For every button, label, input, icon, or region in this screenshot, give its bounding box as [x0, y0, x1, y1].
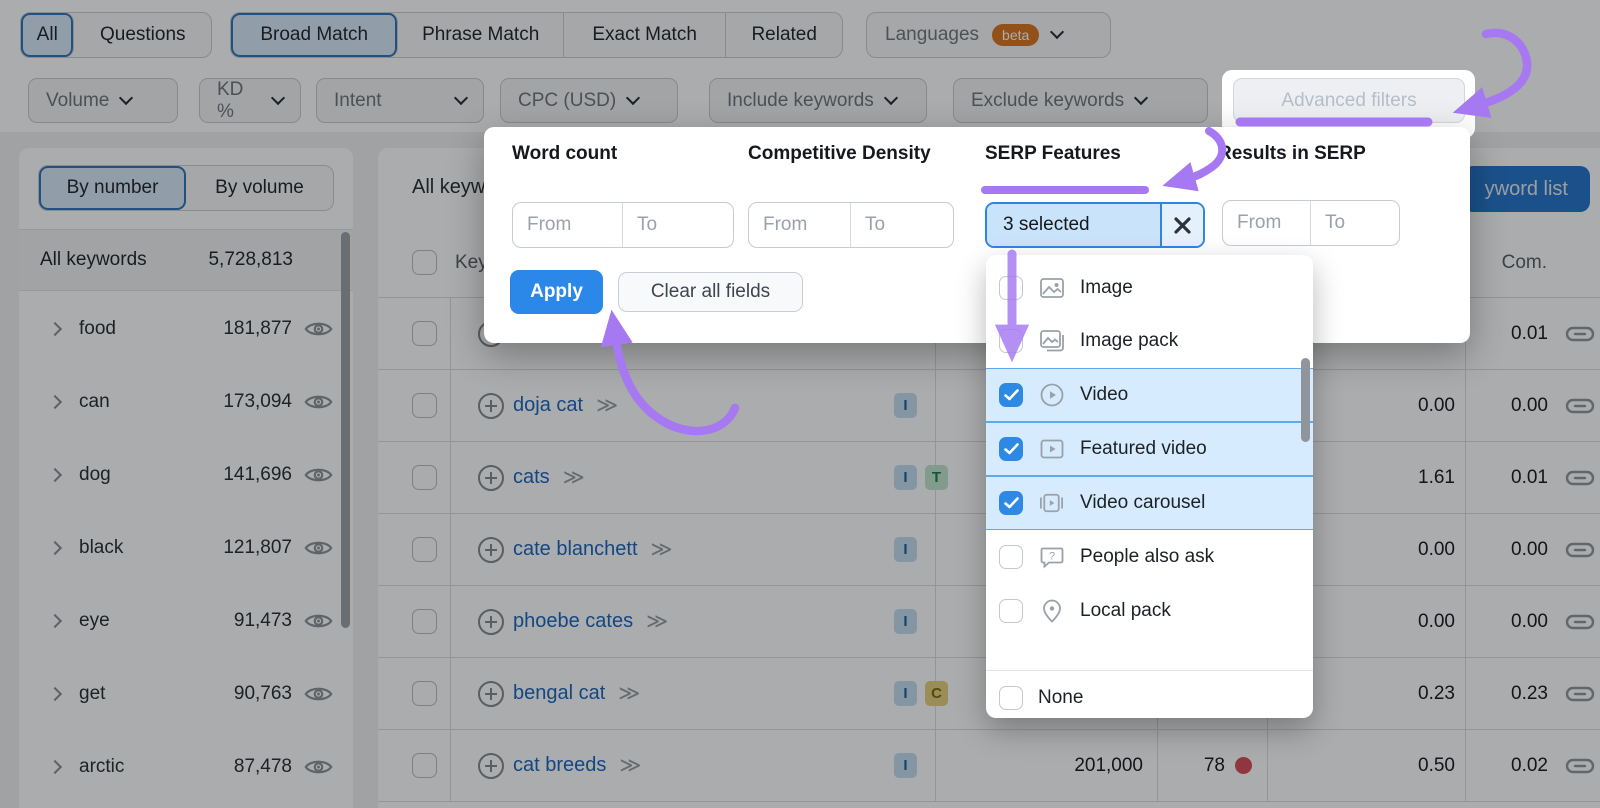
advanced-filters-popup: Word count Competitive Density SERP Feat…: [484, 127, 1470, 343]
serp-feature-option[interactable]: Image pack: [986, 314, 1313, 368]
apply-button[interactable]: Apply: [510, 270, 603, 314]
serp-feature-option[interactable]: None: [986, 670, 1313, 718]
word-count-label: Word count: [512, 143, 617, 165]
word-count-from-input[interactable]: [513, 203, 623, 247]
option-label: Image pack: [1080, 330, 1178, 352]
option-checkbox[interactable]: [999, 491, 1023, 515]
option-checkbox[interactable]: [999, 383, 1023, 407]
clear-serp-features-button[interactable]: [1160, 204, 1203, 246]
video-icon: [1038, 382, 1065, 408]
advanced-filters-button[interactable]: Advanced filters: [1233, 78, 1465, 123]
word-count-to-input[interactable]: [623, 203, 733, 247]
close-icon: [1173, 216, 1192, 235]
local-pack-icon: [1038, 598, 1065, 624]
results-in-serp-from-input[interactable]: [1223, 201, 1311, 245]
option-label: Video: [1080, 384, 1128, 406]
serp-feature-option[interactable]: Featured video: [986, 422, 1313, 476]
option-checkbox[interactable]: [999, 329, 1023, 353]
clear-all-fields-button[interactable]: Clear all fields: [618, 272, 803, 312]
serp-feature-option[interactable]: ? People also ask: [986, 530, 1313, 584]
serp-features-multiselect[interactable]: 3 selected: [985, 202, 1205, 248]
keyword-magic-tool-screen: All Questions Broad Match Phrase Match E…: [0, 0, 1600, 808]
serp-features-dropdown: Image Image pack Video Featured video Vi…: [986, 255, 1313, 718]
option-checkbox[interactable]: [999, 686, 1023, 710]
option-checkbox[interactable]: [999, 599, 1023, 623]
featured-video-icon: [1038, 437, 1065, 461]
results-in-serp-label: Results in SERP: [1218, 143, 1366, 165]
word-count-range: [512, 202, 734, 248]
competitive-density-label: Competitive Density: [748, 143, 931, 165]
competitive-density-from-input[interactable]: [749, 203, 851, 247]
option-label: Image: [1080, 277, 1133, 299]
option-label: None: [1038, 687, 1083, 709]
serp-features-selected-count: 3 selected: [987, 204, 1160, 246]
svg-text:?: ?: [1048, 551, 1054, 563]
serp-feature-option[interactable]: Video carousel: [986, 476, 1313, 530]
option-label: Local pack: [1080, 600, 1171, 622]
serp-feature-option[interactable]: Local pack: [986, 584, 1313, 638]
competitive-density-range: [748, 202, 954, 248]
option-label: Video carousel: [1080, 492, 1205, 514]
results-in-serp-range: [1222, 200, 1400, 246]
option-label: Featured video: [1080, 438, 1207, 460]
option-checkbox[interactable]: [999, 437, 1023, 461]
image-icon: [1038, 276, 1065, 300]
serp-features-label: SERP Features: [985, 143, 1121, 165]
option-label: People also ask: [1080, 546, 1214, 568]
dropdown-scrollbar[interactable]: [1301, 358, 1310, 442]
results-in-serp-to-input[interactable]: [1311, 201, 1399, 245]
serp-feature-option[interactable]: Video: [986, 368, 1313, 422]
option-checkbox[interactable]: [999, 276, 1023, 300]
serp-feature-option[interactable]: Image: [986, 261, 1313, 315]
video-carousel-icon: [1038, 491, 1065, 515]
option-checkbox[interactable]: [999, 545, 1023, 569]
competitive-density-to-input[interactable]: [851, 203, 953, 247]
image-pack-icon: [1038, 329, 1065, 353]
people-also-ask-icon: ?: [1038, 545, 1065, 569]
